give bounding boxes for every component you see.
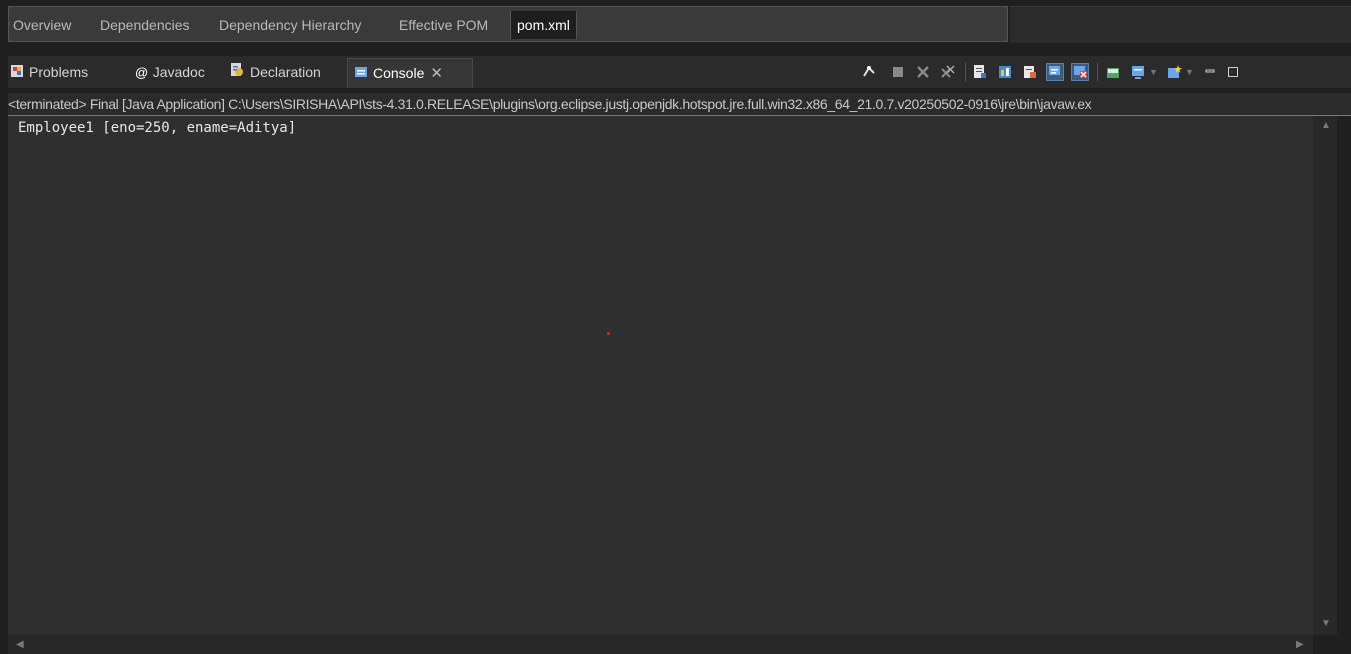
maximize-icon[interactable] — [1225, 64, 1241, 80]
tab-dependencies[interactable]: Dependencies — [100, 11, 190, 39]
console-output-area[interactable]: Employee1 [eno=250, ename=Aditya] — [8, 116, 1313, 635]
remove-launch-icon[interactable] — [915, 64, 931, 80]
toolbar-separator — [965, 63, 966, 81]
tab-console[interactable]: Console ✕ — [347, 58, 473, 88]
clear-console-icon[interactable] — [1071, 63, 1089, 81]
scroll-up-icon[interactable]: ▲ — [1321, 120, 1331, 131]
tab-effective-pom[interactable]: Effective POM — [399, 11, 488, 39]
console-output-line: Employee1 [eno=250, ename=Aditya] — [18, 120, 297, 136]
open-console-icon[interactable] — [1105, 64, 1121, 80]
remove-all-terminated-icon[interactable] — [940, 64, 956, 80]
pin-console-icon[interactable] — [861, 64, 877, 80]
chevron-down-icon[interactable]: ▼ — [1185, 67, 1194, 77]
horizontal-scrollbar[interactable]: ◀ ▶ — [8, 635, 1313, 654]
red-dot-marker — [607, 332, 610, 335]
word-wrap-icon[interactable] — [997, 64, 1013, 80]
problems-icon — [10, 59, 24, 87]
tab-console-label: Console — [373, 65, 425, 81]
scroll-down-icon[interactable]: ▼ — [1321, 618, 1331, 629]
tab-problems[interactable]: Problems — [10, 58, 88, 86]
new-console-icon[interactable] — [1166, 64, 1182, 80]
scroll-lock-icon[interactable] — [972, 64, 988, 80]
view-tab-bar: Problems @Javadoc Declaration Console ✕ — [8, 56, 1351, 88]
show-on-error-icon[interactable] — [1046, 63, 1064, 81]
tab-problems-label: Problems — [29, 64, 89, 80]
toolbar-separator — [1097, 63, 1098, 81]
javadoc-icon: @ — [135, 65, 148, 81]
tab-javadoc-label: Javadoc — [152, 64, 205, 80]
display-selected-console-icon[interactable] — [1130, 64, 1146, 80]
launch-status-line: <terminated> Final [Java Application] C:… — [8, 93, 1351, 116]
show-on-output-icon[interactable] — [1022, 64, 1038, 80]
chevron-down-icon[interactable]: ▼ — [1149, 67, 1158, 77]
scroll-right-icon[interactable]: ▶ — [1296, 639, 1304, 650]
minimize-icon[interactable] — [1202, 64, 1218, 80]
tab-dependency-hierarchy[interactable]: Dependency Hierarchy — [219, 11, 361, 39]
tab-pom-xml[interactable]: pom.xml — [510, 11, 577, 39]
tab-javadoc[interactable]: @ Javadoc — [135, 58, 205, 86]
declaration-icon — [229, 59, 245, 87]
close-console-icon[interactable]: ✕ — [430, 65, 443, 82]
tab-declaration[interactable]: Declaration — [229, 58, 321, 86]
terminate-icon[interactable] — [890, 64, 906, 80]
editor-area-right — [1010, 6, 1351, 43]
console-icon — [354, 60, 368, 88]
scroll-left-icon[interactable]: ◀ — [16, 639, 24, 650]
editor-tab-bar: Overview Dependencies Dependency Hierarc… — [8, 6, 1008, 42]
tab-overview[interactable]: Overview — [13, 11, 71, 39]
vertical-scrollbar[interactable]: ▲ ▼ — [1313, 116, 1337, 635]
tab-declaration-label: Declaration — [250, 64, 321, 80]
